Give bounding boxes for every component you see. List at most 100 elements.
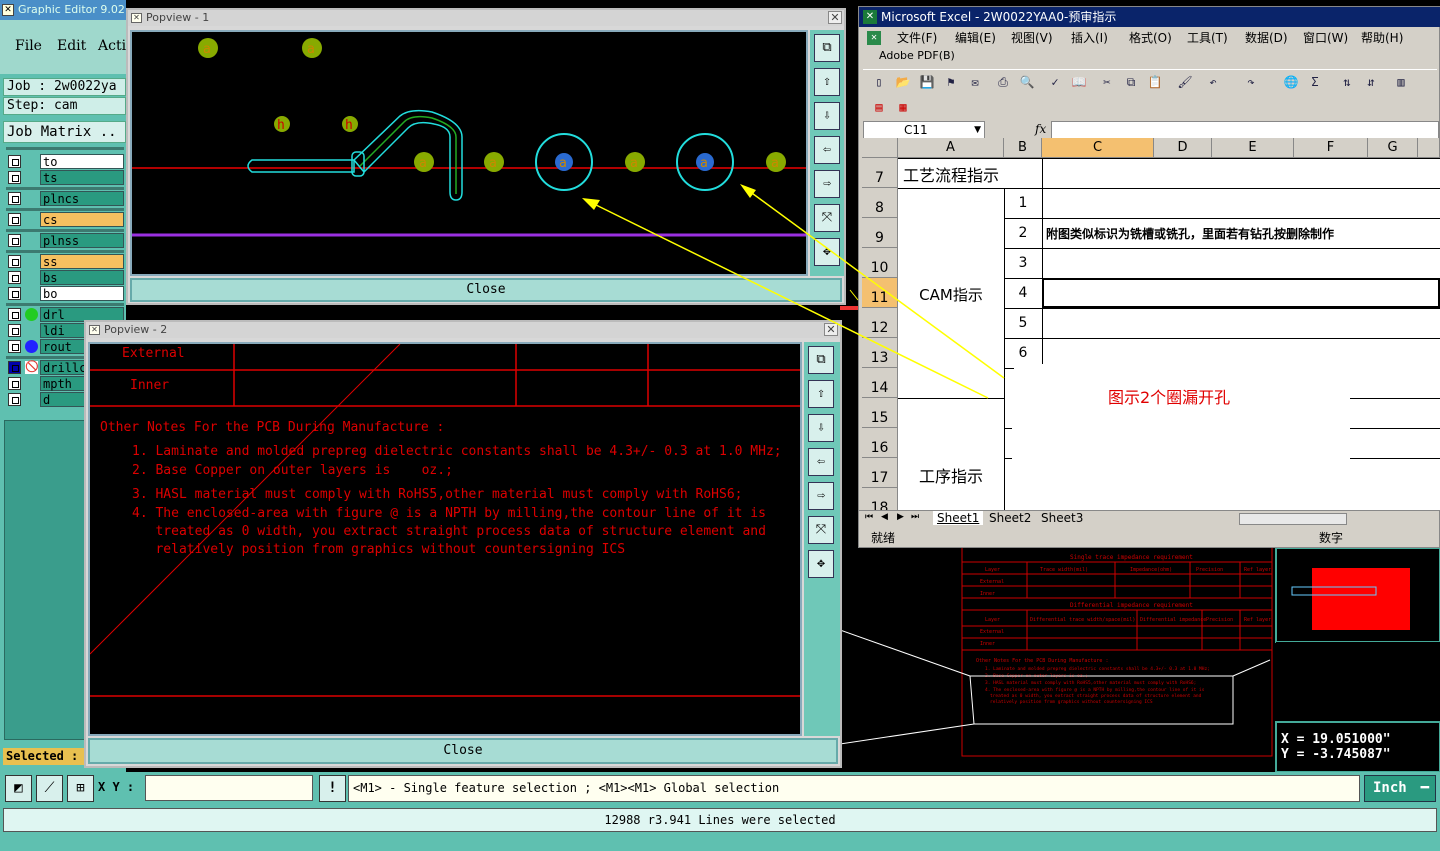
spreadsheet-grid[interactable]: A B C D E F G 7 8 9 10 11 12 13 14 15 16… bbox=[862, 138, 1440, 510]
select-area-icon[interactable]: ◩ bbox=[5, 775, 32, 802]
print-preview-icon[interactable]: 🔍 bbox=[1019, 74, 1035, 90]
autosum-icon[interactable]: Σ bbox=[1307, 74, 1323, 90]
menu-insert[interactable]: 插入(I) bbox=[1071, 29, 1108, 46]
popview-2-titlebar[interactable]: ✕ Popview - 2 ✕ bbox=[86, 322, 840, 338]
layer-plnss[interactable]: plnss bbox=[8, 233, 124, 248]
layer-checkbox[interactable] bbox=[8, 255, 21, 268]
menu-tools[interactable]: 工具(T) bbox=[1187, 29, 1228, 46]
layer-checkbox[interactable] bbox=[8, 192, 21, 205]
corner-cell[interactable] bbox=[862, 138, 898, 158]
zoom-in-icon[interactable]: ⤧ bbox=[814, 204, 840, 232]
popview-2-close-button[interactable]: Close bbox=[88, 738, 838, 764]
menu-file[interactable]: File bbox=[15, 38, 42, 54]
layer-checkbox[interactable] bbox=[8, 287, 21, 300]
row-header-7[interactable]: 7 bbox=[862, 158, 898, 188]
row-header-9[interactable]: 9 bbox=[862, 218, 898, 248]
pan-left-icon[interactable]: ⇦ bbox=[808, 448, 834, 476]
pdf-email-icon[interactable]: ▦ bbox=[895, 99, 911, 115]
permission-icon[interactable]: ⚑ bbox=[943, 74, 959, 90]
pan-left-icon[interactable]: ⇦ bbox=[814, 136, 840, 164]
pan-up-icon[interactable]: ⇧ bbox=[808, 380, 834, 408]
row-header-16[interactable]: 16 bbox=[862, 428, 898, 458]
cam-title-cell[interactable]: CAM指示 bbox=[898, 284, 1004, 305]
popview-1-titlebar[interactable]: ✕ Popview - 1 ✕ bbox=[128, 10, 844, 26]
pan-down-icon[interactable]: ⇩ bbox=[814, 102, 840, 130]
job-matrix-button[interactable]: Job Matrix .. bbox=[3, 121, 126, 143]
num-cell-2[interactable]: 2 bbox=[1004, 225, 1042, 241]
layer-checkbox[interactable] bbox=[8, 308, 21, 321]
chart-wizard-icon[interactable]: ▥ bbox=[1393, 74, 1409, 90]
layer-bo[interactable]: bo bbox=[8, 286, 124, 301]
pan-down-icon[interactable]: ⇩ bbox=[808, 414, 834, 442]
row-header-8[interactable]: 8 bbox=[862, 188, 898, 218]
close-icon[interactable]: ✕ bbox=[824, 323, 838, 336]
chevron-down-icon[interactable]: ▼ bbox=[974, 122, 981, 138]
zoom-fit-icon[interactable]: ⧉ bbox=[808, 346, 834, 374]
menu-edit[interactable]: Edit bbox=[57, 38, 86, 54]
popview-1-canvas[interactable]: a a h h a a a a a a bbox=[130, 30, 808, 276]
close-icon[interactable]: ✕ bbox=[828, 11, 842, 24]
zoom-fit-icon[interactable]: ⧉ bbox=[814, 34, 840, 62]
last-sheet-icon[interactable]: ⏭ bbox=[911, 512, 919, 522]
layer-to[interactable]: to bbox=[8, 154, 124, 169]
layer-ss[interactable]: ss bbox=[8, 254, 124, 269]
format-painter-icon[interactable]: 🖌 bbox=[1177, 74, 1193, 90]
menu-data[interactable]: 数据(D) bbox=[1245, 29, 1288, 46]
menu-help[interactable]: 帮助(H) bbox=[1361, 29, 1403, 46]
xy-input[interactable] bbox=[145, 775, 313, 801]
layer-checkbox[interactable] bbox=[8, 171, 21, 184]
spelling-icon[interactable]: ✓ bbox=[1047, 74, 1063, 90]
column-header-e[interactable]: E bbox=[1212, 138, 1294, 158]
menu-adobe-pdf[interactable]: Adobe PDF(B) bbox=[879, 49, 955, 62]
row-header-10[interactable]: 10 bbox=[862, 248, 898, 278]
redo-icon[interactable]: ↷ bbox=[1243, 74, 1259, 90]
layer-checkbox[interactable] bbox=[8, 213, 21, 226]
save-icon[interactable]: 💾 bbox=[919, 74, 935, 90]
num-cell-5[interactable]: 5 bbox=[1004, 315, 1042, 331]
first-sheet-icon[interactable]: ⏮ bbox=[865, 512, 873, 522]
zoom-out-icon[interactable]: ✥ bbox=[814, 238, 840, 266]
row-header-12[interactable]: 12 bbox=[862, 308, 898, 338]
layer-ts[interactable]: ts bbox=[8, 170, 124, 185]
column-header-b[interactable]: B bbox=[1004, 138, 1042, 158]
menu-actions[interactable]: Acti bbox=[98, 38, 126, 54]
sort-ascending-icon[interactable]: ⇅ bbox=[1339, 74, 1355, 90]
row-header-13[interactable]: 13 bbox=[862, 338, 898, 368]
row-header-11[interactable]: 11 bbox=[862, 278, 898, 308]
menu-format[interactable]: 格式(O) bbox=[1129, 29, 1172, 46]
layer-plncs[interactable]: plncs bbox=[8, 191, 124, 206]
menu-edit[interactable]: 编辑(E) bbox=[955, 29, 996, 46]
paste-icon[interactable]: 📋 bbox=[1147, 74, 1163, 90]
name-box[interactable]: C11 ▼ bbox=[863, 121, 985, 139]
excel-titlebar[interactable]: ✕ Microsoft Excel - 2W0022YAA0-预审指示 bbox=[859, 7, 1440, 27]
row-header-15[interactable]: 15 bbox=[862, 398, 898, 428]
num-cell-4[interactable]: 4 bbox=[1004, 285, 1042, 301]
graphic-editor-titlebar[interactable]: ✕ Graphic Editor 9.02 bbox=[0, 0, 126, 20]
column-header-a[interactable]: A bbox=[898, 138, 1004, 158]
layer-checkbox[interactable] bbox=[8, 271, 21, 284]
open-icon[interactable]: 📂 bbox=[895, 74, 911, 90]
pan-up-icon[interactable]: ⇧ bbox=[814, 68, 840, 96]
column-header-f[interactable]: F bbox=[1294, 138, 1368, 158]
popview-2-canvas[interactable]: External Inner Other Notes For the PCB D… bbox=[88, 342, 802, 736]
process-title-cell[interactable]: 工艺流程指示 bbox=[898, 162, 1004, 186]
new-icon[interactable]: ▯ bbox=[871, 74, 887, 90]
pan-right-icon[interactable]: ⇨ bbox=[814, 170, 840, 198]
column-header-g[interactable]: G bbox=[1368, 138, 1418, 158]
measure-icon[interactable]: ⟋ bbox=[36, 775, 63, 802]
layer-checkbox[interactable] bbox=[8, 340, 21, 353]
research-icon[interactable]: 📖 bbox=[1071, 74, 1087, 90]
row-header-18[interactable]: 18 bbox=[862, 488, 898, 510]
sort-descending-icon[interactable]: ⇵ bbox=[1363, 74, 1379, 90]
prev-sheet-icon[interactable]: ◀ bbox=[881, 512, 888, 522]
menu-view[interactable]: 视图(V) bbox=[1011, 29, 1053, 46]
layer-checkbox[interactable] bbox=[8, 361, 21, 374]
zoom-in-icon[interactable]: ⤧ bbox=[808, 516, 834, 544]
horizontal-scrollbar[interactable] bbox=[1239, 513, 1347, 525]
op-title-cell[interactable]: 工序指示 bbox=[898, 463, 1004, 487]
num-cell-3[interactable]: 3 bbox=[1004, 255, 1042, 271]
tab-sheet3[interactable]: Sheet3 bbox=[1037, 511, 1087, 525]
menu-file[interactable]: 文件(F) bbox=[897, 29, 937, 46]
pdf-convert-icon[interactable]: ▤ bbox=[871, 99, 887, 115]
undo-icon[interactable]: ↶ bbox=[1205, 74, 1221, 90]
